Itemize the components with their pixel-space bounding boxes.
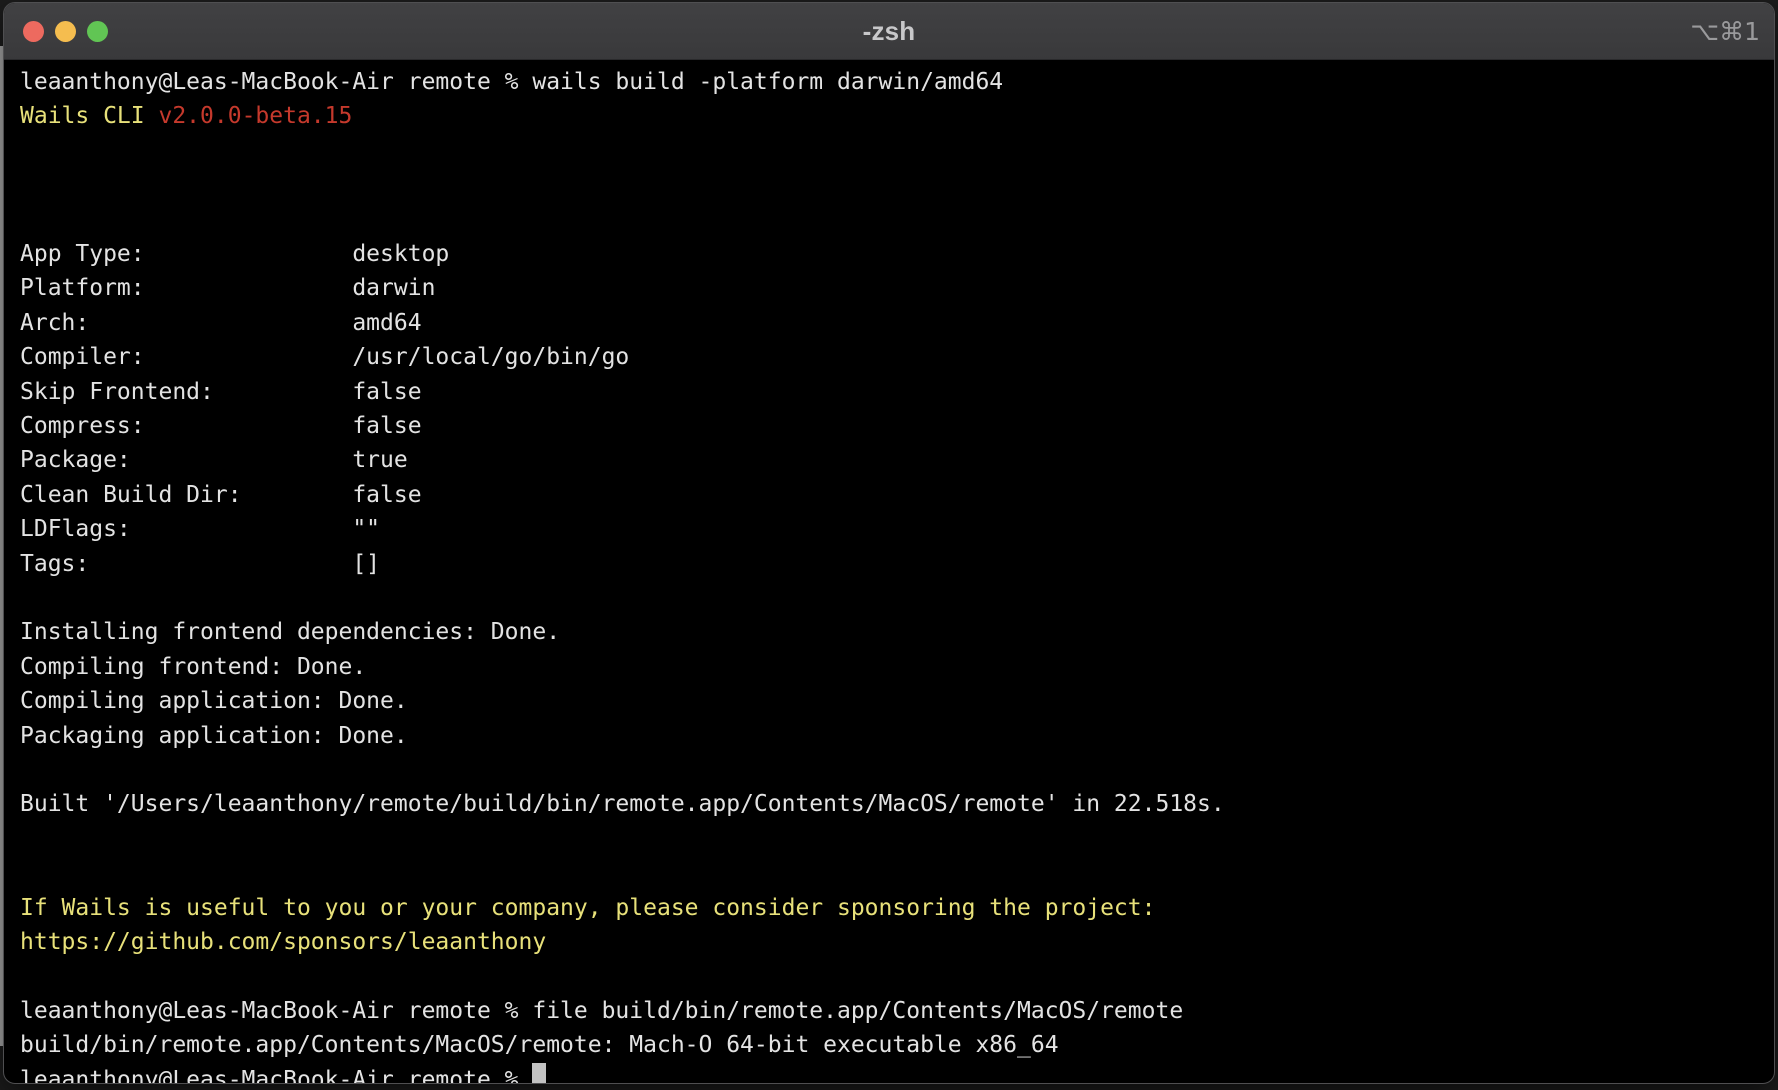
terminal-line: Skip Frontend:false bbox=[20, 375, 1764, 409]
text-segment: Package: bbox=[20, 443, 352, 477]
terminal-line: If Wails is useful to you or your compan… bbox=[20, 891, 1764, 925]
text-segment: false bbox=[352, 482, 421, 508]
text-segment: Compiler: bbox=[20, 340, 352, 374]
text-segment: Arch: bbox=[20, 306, 352, 340]
text-segment: Compress: bbox=[20, 409, 352, 443]
text-segment: Compiling application: Done. bbox=[20, 688, 408, 714]
text-segment: amd64 bbox=[352, 310, 421, 336]
terminal-line: Compiling frontend: Done. bbox=[20, 650, 1764, 684]
terminal-line bbox=[20, 168, 1764, 202]
text-segment: LDFlags: bbox=[20, 512, 352, 546]
text-segment: [] bbox=[352, 551, 380, 577]
text-segment: leaanthony@Leas-MacBook-Air remote % fil… bbox=[20, 998, 1183, 1024]
text-segment: Tags: bbox=[20, 547, 352, 581]
text-segment: App Type: bbox=[20, 237, 352, 271]
terminal-line: LDFlags:"" bbox=[20, 512, 1764, 546]
text-segment: desktop bbox=[352, 241, 449, 267]
terminal-line bbox=[20, 203, 1764, 237]
terminal-line: Wails CLI v2.0.0-beta.15 bbox=[20, 99, 1764, 133]
terminal-line bbox=[20, 753, 1764, 787]
window-title: -zsh bbox=[863, 16, 916, 47]
terminal-line bbox=[20, 581, 1764, 615]
text-segment: Platform: bbox=[20, 271, 352, 305]
text-segment: Wails CLI bbox=[20, 103, 158, 129]
terminal-line: Platform:darwin bbox=[20, 271, 1764, 305]
terminal-line: Packaging application: Done. bbox=[20, 719, 1764, 753]
terminal-window: -zsh ⌥⌘1 leaanthony@Leas-MacBook-Air rem… bbox=[3, 2, 1775, 1084]
zoom-button[interactable] bbox=[87, 21, 108, 42]
terminal-line: Tags:[] bbox=[20, 547, 1764, 581]
terminal-output[interactable]: leaanthony@Leas-MacBook-Air remote % wai… bbox=[4, 60, 1774, 1084]
text-segment: Packaging application: Done. bbox=[20, 723, 408, 749]
terminal-line: Package:true bbox=[20, 443, 1764, 477]
text-segment: "" bbox=[352, 516, 380, 542]
terminal-line: Compress:false bbox=[20, 409, 1764, 443]
text-segment: false bbox=[352, 413, 421, 439]
text-segment: true bbox=[352, 447, 407, 473]
terminal-line: leaanthony@Leas-MacBook-Air remote % bbox=[20, 1063, 1764, 1084]
text-segment: false bbox=[352, 379, 421, 405]
terminal-line: Built '/Users/leaanthony/remote/build/bi… bbox=[20, 787, 1764, 821]
text-segment: build/bin/remote.app/Contents/MacOS/remo… bbox=[20, 1032, 1059, 1058]
terminal-line: App Type:desktop bbox=[20, 237, 1764, 271]
text-segment: Clean Build Dir: bbox=[20, 478, 352, 512]
terminal-cursor bbox=[532, 1063, 546, 1084]
minimize-button[interactable] bbox=[55, 21, 76, 42]
terminal-line bbox=[20, 134, 1764, 168]
terminal-line: Arch:amd64 bbox=[20, 306, 1764, 340]
terminal-line: Compiling application: Done. bbox=[20, 684, 1764, 718]
text-segment: If Wails is useful to you or your compan… bbox=[20, 895, 1155, 921]
text-segment: darwin bbox=[352, 275, 435, 301]
window-titlebar[interactable]: -zsh ⌥⌘1 bbox=[4, 3, 1774, 60]
terminal-line: leaanthony@Leas-MacBook-Air remote % fil… bbox=[20, 994, 1764, 1028]
text-segment: leaanthony@Leas-MacBook-Air remote % wai… bbox=[20, 69, 1003, 95]
terminal-line bbox=[20, 959, 1764, 993]
terminal-line bbox=[20, 856, 1764, 890]
tab-shortcut-hint: ⌥⌘1 bbox=[1690, 3, 1760, 59]
text-segment: Installing frontend dependencies: Done. bbox=[20, 619, 560, 645]
text-segment: leaanthony@Leas-MacBook-Air remote % bbox=[20, 1067, 532, 1084]
text-segment: v2.0.0-beta.15 bbox=[158, 103, 352, 129]
text-segment: /usr/local/go/bin/go bbox=[352, 344, 629, 370]
terminal-line: Compiler:/usr/local/go/bin/go bbox=[20, 340, 1764, 374]
terminal-line: Installing frontend dependencies: Done. bbox=[20, 615, 1764, 649]
text-segment: Skip Frontend: bbox=[20, 375, 352, 409]
terminal-line: Clean Build Dir:false bbox=[20, 478, 1764, 512]
terminal-line: build/bin/remote.app/Contents/MacOS/remo… bbox=[20, 1028, 1764, 1062]
terminal-line: leaanthony@Leas-MacBook-Air remote % wai… bbox=[20, 65, 1764, 99]
close-button[interactable] bbox=[23, 21, 44, 42]
sponsor-url[interactable]: https://github.com/sponsors/leaanthony bbox=[20, 929, 546, 955]
terminal-line: https://github.com/sponsors/leaanthony bbox=[20, 925, 1764, 959]
text-segment: Built '/Users/leaanthony/remote/build/bi… bbox=[20, 791, 1225, 817]
terminal-line bbox=[20, 822, 1764, 856]
window-controls bbox=[23, 3, 108, 59]
text-segment: Compiling frontend: Done. bbox=[20, 654, 366, 680]
